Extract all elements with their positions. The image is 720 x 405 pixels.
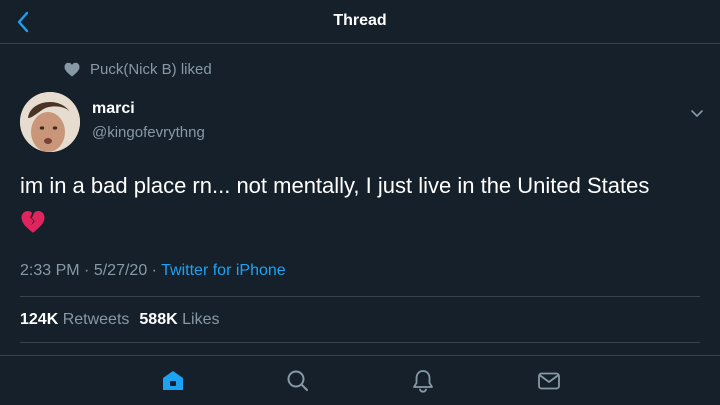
tweet-text: im in a bad place rn... not mentally, I … [20,173,650,198]
divider [20,296,700,297]
social-context: Puck(Nick B) liked [64,60,212,78]
author-handle[interactable]: @kingofevrythng [92,124,205,141]
retweets-label: Retweets [62,311,130,328]
tweet-metadata: 2:33 PM · 5/27/20 · Twitter for iPhone [20,262,286,280]
tab-search[interactable] [285,368,311,394]
chevron-down-icon [691,110,703,117]
tweet-time: 2:33 PM [20,262,80,279]
broken-heart-icon [21,211,45,233]
notifications-bell-icon [413,370,433,393]
messages-mail-icon [538,372,560,390]
meta-separator: · [151,262,157,279]
divider [20,342,700,343]
tab-messages[interactable] [536,368,562,394]
meta-separator: · [84,262,90,279]
tweet-thread-screen: Thread Puck(Nick B) liked marci @kingofe… [0,0,720,405]
heart-icon [64,62,80,76]
tab-home[interactable] [160,368,186,394]
tab-bar-divider [0,355,720,356]
home-icon [163,371,183,390]
social-context-label: Puck(Nick B) liked [90,60,212,78]
page-title: Thread [333,12,387,29]
likes-stat[interactable]: 588K Likes [139,311,219,328]
tweet-date: 5/27/20 [93,262,148,279]
retweets-count: 124K [20,311,59,328]
avatar-photo [20,92,80,152]
author-name[interactable]: marci [92,100,135,118]
avatar[interactable] [20,92,80,152]
retweets-stat[interactable]: 124K Retweets [20,311,129,328]
tab-notifications[interactable] [410,368,436,394]
search-icon [287,370,308,391]
likes-label: Likes [182,311,220,328]
tweet-stats: 124K Retweets 588K Likes [20,311,219,329]
top-nav-bar: Thread [0,0,720,44]
likes-count: 588K [139,311,178,328]
tweet-options-button[interactable] [686,102,708,124]
tweet-source-link[interactable]: Twitter for iPhone [161,262,286,279]
